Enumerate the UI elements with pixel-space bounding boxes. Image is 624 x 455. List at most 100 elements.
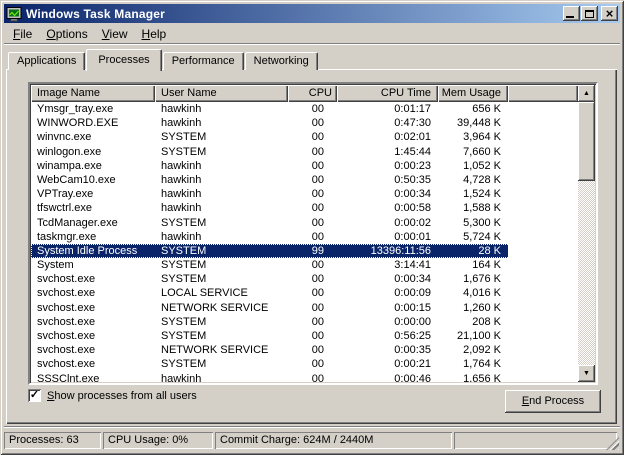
cell-cpu: 00 <box>288 315 337 329</box>
scroll-down-button[interactable]: ▼ <box>578 365 595 382</box>
maximize-button[interactable] <box>581 6 598 21</box>
header-image-name[interactable]: Image Name <box>31 85 155 102</box>
table-row[interactable]: svchost.exe NETWORK SERVICE 00 0:00:35 2… <box>31 343 578 357</box>
cell-cpu-time: 0:01:17 <box>337 102 438 116</box>
table-row[interactable]: System SYSTEM 00 3:14:41 164 K <box>31 258 578 272</box>
cell-cpu: 99 <box>288 244 337 258</box>
tab-label: Applications <box>17 55 76 67</box>
cell-cpu-time: 0:00:09 <box>337 286 438 300</box>
cell-cpu-time: 0:00:46 <box>337 372 438 382</box>
table-row[interactable]: tfswctrl.exe hawkinh 00 0:00:58 1,588 K <box>31 201 578 215</box>
cell-mem-usage: 3,964 K <box>438 130 508 144</box>
cell-cpu-time: 0:02:01 <box>337 130 438 144</box>
table-row[interactable]: TcdManager.exe SYSTEM 00 0:00:02 5,300 K <box>31 216 578 230</box>
table-row[interactable]: taskmgr.exe hawkinh 00 0:00:01 5,724 K <box>31 230 578 244</box>
table-row[interactable]: VPTray.exe hawkinh 00 0:00:34 1,524 K <box>31 187 578 201</box>
status-commit-charge: Commit Charge: 624M / 2440M <box>215 432 452 449</box>
table-row[interactable]: svchost.exe LOCAL SERVICE 00 0:00:09 4,0… <box>31 286 578 300</box>
cell-cpu-time: 13396:11:56 <box>337 244 438 258</box>
cell-filler <box>508 173 578 187</box>
cell-mem-usage: 1,764 K <box>438 357 508 371</box>
scrollbar-track[interactable] <box>578 181 595 365</box>
table-row[interactable]: svchost.exe SYSTEM 00 0:00:00 208 K <box>31 315 578 329</box>
menu-divider <box>4 43 620 45</box>
tab-label: Performance <box>172 55 235 67</box>
header-cpu-time[interactable]: CPU Time <box>337 85 438 102</box>
menu-view[interactable]: View <box>95 25 135 43</box>
show-all-users-label[interactable]: Show processes from all users <box>47 390 197 402</box>
cell-user-name: NETWORK SERVICE <box>155 343 288 357</box>
cell-image-name: taskmgr.exe <box>31 230 155 244</box>
table-row[interactable]: SSSClnt.exe hawkinh 00 0:00:46 1,656 K <box>31 372 578 382</box>
table-row[interactable]: winlogon.exe SYSTEM 00 1:45:44 7,660 K <box>31 145 578 159</box>
cell-filler <box>508 102 578 116</box>
cell-user-name: SYSTEM <box>155 329 288 343</box>
menu-file-label: ile <box>20 27 32 41</box>
cell-filler <box>508 329 578 343</box>
menu-file[interactable]: File <box>6 25 39 43</box>
minimize-button[interactable] <box>563 6 580 21</box>
cell-cpu-time: 1:45:44 <box>337 145 438 159</box>
cell-user-name: SYSTEM <box>155 315 288 329</box>
header-user-name[interactable]: User Name <box>155 85 288 102</box>
table-row[interactable]: System Idle Process SYSTEM 99 13396:11:5… <box>31 244 578 258</box>
cell-cpu: 00 <box>288 258 337 272</box>
table-row[interactable]: svchost.exe SYSTEM 00 0:56:25 21,100 K <box>31 329 578 343</box>
cell-image-name: Ymsgr_tray.exe <box>31 102 155 116</box>
status-empty-panel <box>454 432 617 449</box>
cell-image-name: svchost.exe <box>31 301 155 315</box>
header-cpu[interactable]: CPU <box>288 85 337 102</box>
show-all-users-checkbox[interactable]: ✓ <box>28 389 41 402</box>
cell-cpu-time: 0:47:30 <box>337 116 438 130</box>
cell-image-name: WINWORD.EXE <box>31 116 155 130</box>
cell-image-name: svchost.exe <box>31 357 155 371</box>
cell-image-name: svchost.exe <box>31 286 155 300</box>
tab[interactable]: Processes <box>86 49 161 71</box>
cell-user-name: hawkinh <box>155 102 288 116</box>
title-bar[interactable]: Windows Task Manager × <box>4 4 620 23</box>
scroll-up-button[interactable]: ▲ <box>578 85 595 102</box>
cell-image-name: tfswctrl.exe <box>31 201 155 215</box>
end-process-label: nd Process <box>529 395 584 407</box>
cell-user-name: hawkinh <box>155 116 288 130</box>
cell-filler <box>508 116 578 130</box>
menu-help[interactable]: Help <box>135 25 174 43</box>
table-row[interactable]: Ymsgr_tray.exe hawkinh 00 0:01:17 656 K <box>31 102 578 116</box>
table-row[interactable]: winampa.exe hawkinh 00 0:00:23 1,052 K <box>31 159 578 173</box>
close-button[interactable]: × <box>601 6 618 21</box>
table-row[interactable]: winvnc.exe SYSTEM 00 0:02:01 3,964 K <box>31 130 578 144</box>
cell-mem-usage: 1,676 K <box>438 272 508 286</box>
cell-cpu: 00 <box>288 329 337 343</box>
scroll-up-icon: ▲ <box>583 90 590 97</box>
cell-mem-usage: 4,728 K <box>438 173 508 187</box>
scrollbar-thumb[interactable] <box>578 102 595 181</box>
cell-image-name: svchost.exe <box>31 315 155 329</box>
cell-mem-usage: 1,656 K <box>438 372 508 382</box>
tab[interactable]: Networking <box>245 52 318 70</box>
task-manager-window: Windows Task Manager × File Options View… <box>0 0 624 455</box>
cell-cpu: 00 <box>288 286 337 300</box>
status-bar: Processes: 63 CPU Usage: 0% Commit Charg… <box>4 429 620 451</box>
cell-user-name: LOCAL SERVICE <box>155 286 288 300</box>
tab[interactable]: Applications <box>8 52 85 70</box>
cell-user-name: SYSTEM <box>155 357 288 371</box>
cell-user-name: NETWORK SERVICE <box>155 301 288 315</box>
cell-cpu-time: 0:00:21 <box>337 357 438 371</box>
status-cpu-usage: CPU Usage: 0% <box>103 432 213 449</box>
cell-filler <box>508 286 578 300</box>
table-row[interactable]: WINWORD.EXE hawkinh 00 0:47:30 39,448 K <box>31 116 578 130</box>
vertical-scrollbar[interactable]: ▲ ▼ <box>578 85 595 382</box>
table-row[interactable]: svchost.exe NETWORK SERVICE 00 0:00:15 1… <box>31 301 578 315</box>
table-row[interactable]: WebCam10.exe hawkinh 00 0:50:35 4,728 K <box>31 173 578 187</box>
tab[interactable]: Performance <box>163 52 244 70</box>
menu-options[interactable]: Options <box>39 25 94 43</box>
cell-image-name: winampa.exe <box>31 159 155 173</box>
show-all-users-text: how processes from all users <box>54 390 196 402</box>
table-row[interactable]: svchost.exe SYSTEM 00 0:00:21 1,764 K <box>31 357 578 371</box>
cell-cpu-time: 3:14:41 <box>337 258 438 272</box>
end-process-button[interactable]: End Process <box>505 390 601 413</box>
table-row[interactable]: svchost.exe SYSTEM 00 0:00:34 1,676 K <box>31 272 578 286</box>
cell-filler <box>508 187 578 201</box>
header-mem-usage[interactable]: Mem Usage <box>438 85 508 102</box>
list-header: Image Name User Name CPU CPU Time Mem Us… <box>31 85 578 102</box>
